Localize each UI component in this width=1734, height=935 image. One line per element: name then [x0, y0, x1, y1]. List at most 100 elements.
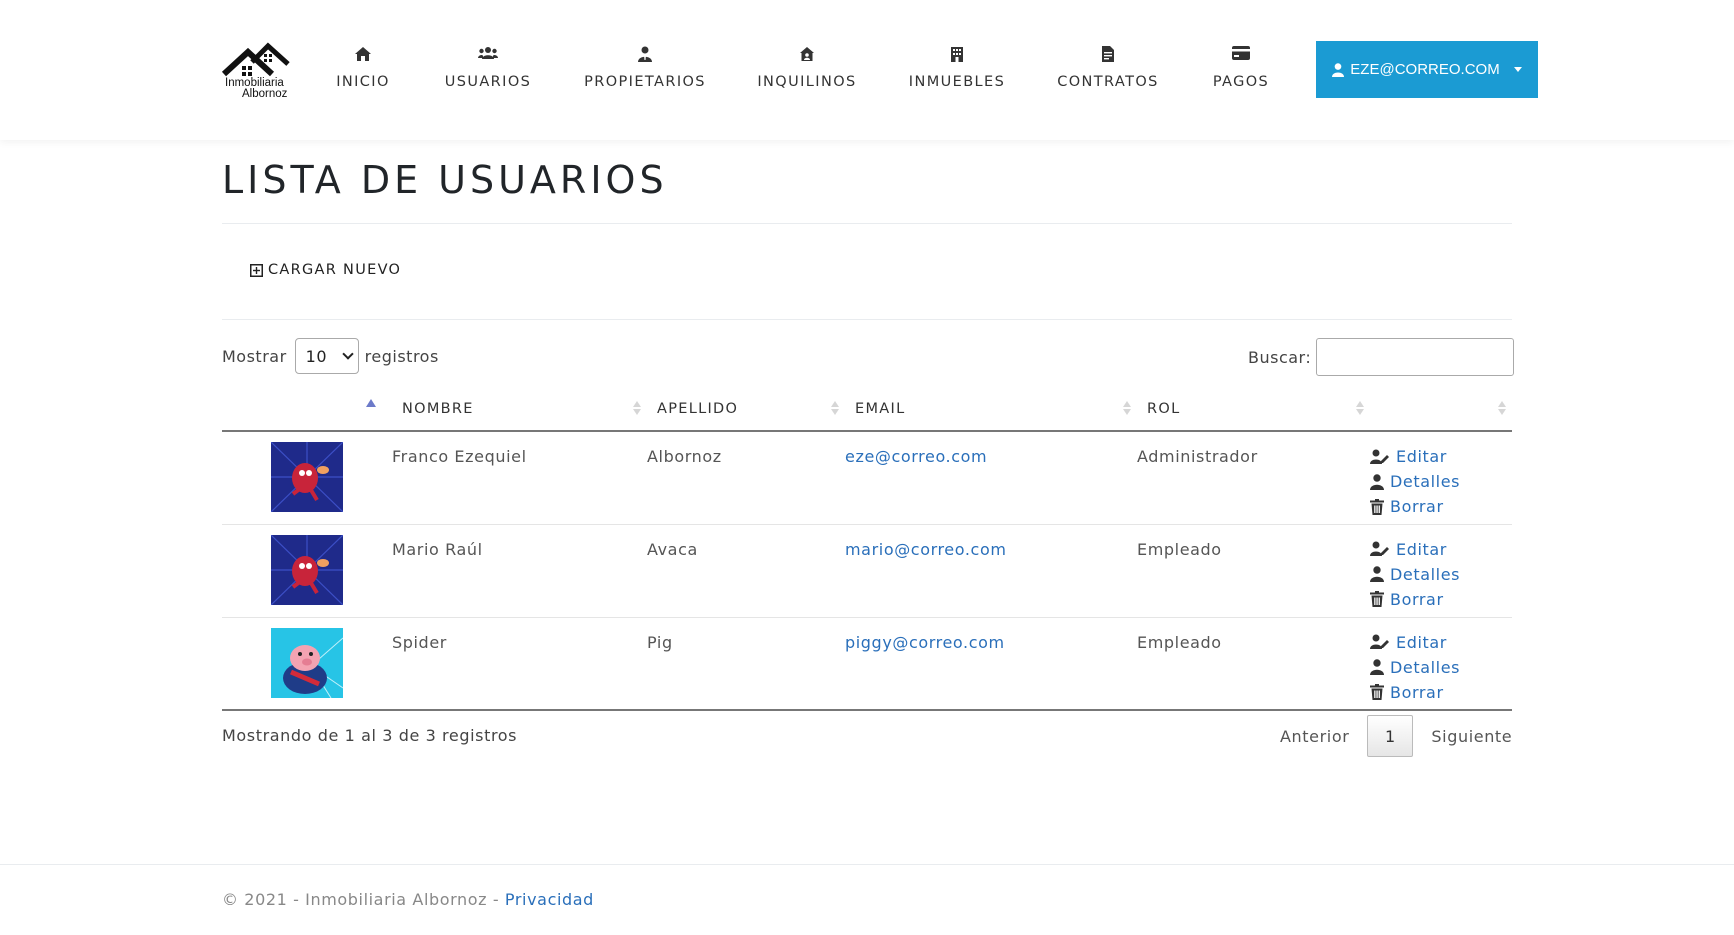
cell-nombre: Franco Ezequiel [392, 431, 647, 525]
user-menu-button[interactable]: EZE@CORREO.COM [1316, 41, 1538, 98]
top-navbar: Inmobiliaria Albornoz INICIO USUARIOS PR… [0, 0, 1734, 140]
user-edit-icon [1370, 449, 1389, 464]
previous-page-button[interactable]: Anterior [1262, 727, 1367, 746]
nav-item-inquilinos[interactable]: INQUILINOS [757, 46, 857, 96]
row-actions: Editar Detalles Borrar [1370, 539, 1512, 610]
column-header-email[interactable]: EMAIL [845, 387, 1137, 432]
column-header-actions[interactable] [1370, 387, 1512, 432]
privacy-link[interactable]: Privacidad [505, 890, 594, 909]
details-link[interactable]: Detalles [1370, 564, 1512, 585]
user-tie-icon [583, 46, 707, 64]
nav-item-contratos[interactable]: CONTRATOS [1057, 46, 1159, 96]
logo-text-line2: Albornoz [242, 88, 288, 100]
delete-link[interactable]: Borrar [1370, 589, 1512, 610]
pig-avatar[interactable] [271, 627, 343, 698]
user-edit-icon [1370, 634, 1389, 649]
cell-rol: Empleado [1137, 524, 1370, 618]
users-icon [443, 46, 533, 64]
home-icon [333, 46, 393, 64]
brand-logo[interactable]: Inmobiliaria Albornoz [222, 42, 294, 100]
page-title: LISTA DE USUARIOS [222, 158, 668, 202]
next-page-button[interactable]: Siguiente [1413, 727, 1530, 746]
nav-item-inicio[interactable]: INICIO [333, 46, 393, 96]
building-icon [907, 46, 1007, 64]
user-icon [1332, 62, 1345, 77]
spider-ham-avatar[interactable] [271, 442, 343, 512]
search-label: Buscar: [1248, 347, 1312, 367]
nav-label: PAGOS [1212, 74, 1270, 90]
user-icon [1370, 473, 1384, 490]
table-row: Mario Raúl Avaca mario@correo.com Emplea… [222, 524, 1512, 618]
caret-down-icon [1513, 67, 1522, 72]
pagination: Anterior 1 Siguiente [1262, 715, 1530, 757]
delete-link[interactable]: Borrar [1370, 682, 1512, 703]
table-row: Franco Ezequiel Albornoz eze@correo.com … [222, 431, 1512, 525]
edit-link[interactable]: Editar [1370, 446, 1512, 467]
delete-link[interactable]: Borrar [1370, 496, 1512, 517]
page-button-1[interactable]: 1 [1367, 715, 1414, 757]
copyright-text: © 2021 - Inmobiliaria Albornoz - [222, 890, 505, 909]
row-actions: Editar Detalles Borrar [1370, 446, 1512, 517]
add-new-button[interactable]: CARGAR NUEVO [250, 262, 401, 278]
trash-icon [1370, 684, 1384, 700]
nav-label: INQUILINOS [757, 74, 857, 90]
table-row: Spider Pig piggy@correo.com Empleado Edi… [222, 617, 1512, 711]
details-link[interactable]: Detalles [1370, 471, 1512, 492]
details-link[interactable]: Detalles [1370, 657, 1512, 678]
plus-square-icon [250, 263, 263, 277]
nav-item-propietarios[interactable]: PROPIETARIOS [583, 46, 707, 96]
nav-label: CONTRATOS [1057, 74, 1159, 90]
edit-link[interactable]: Editar [1370, 539, 1512, 560]
cell-apellido: Albornoz [647, 431, 845, 525]
trash-icon [1370, 498, 1384, 515]
user-edit-icon [1370, 541, 1389, 556]
email-link[interactable]: piggy@correo.com [845, 633, 1005, 652]
add-new-label: CARGAR NUEVO [268, 262, 402, 278]
chevron-down-icon [342, 348, 354, 360]
row-actions: Editar Detalles Borrar [1370, 632, 1512, 703]
column-header-apellido[interactable]: APELLIDO [647, 387, 845, 432]
search-control: Buscar: [1248, 338, 1515, 376]
nav-label: USUARIOS [444, 74, 532, 90]
email-link[interactable]: eze@correo.com [845, 447, 987, 466]
search-input[interactable] [1316, 338, 1515, 376]
footer-divider [0, 864, 1734, 865]
page-size-select[interactable]: 10 [294, 338, 359, 374]
cell-nombre: Spider [392, 617, 647, 711]
avatar-cell [222, 617, 392, 711]
table-info: Mostrando de 1 al 3 de 3 registros [222, 726, 518, 745]
user-icon [1370, 659, 1384, 675]
sort-icon [1498, 399, 1506, 417]
footer: © 2021 - Inmobiliaria Albornoz - Privaci… [222, 890, 594, 909]
credit-card-icon [1209, 46, 1273, 64]
sort-icon [633, 399, 641, 417]
column-header-rol[interactable]: ROL [1137, 387, 1370, 432]
avatar-cell [222, 524, 392, 618]
house-logo-icon [222, 42, 290, 77]
sort-icon [831, 399, 839, 417]
column-header-nombre[interactable]: NOMBRE [392, 387, 647, 432]
column-header-image[interactable] [222, 387, 392, 432]
nav-item-pagos[interactable]: PAGOS [1209, 46, 1273, 96]
house-user-icon [757, 46, 857, 64]
divider [222, 223, 1512, 224]
nav-label: PROPIETARIOS [584, 74, 706, 90]
sort-icon [1123, 399, 1131, 417]
user-menu-label: EZE@CORREO.COM [1350, 61, 1500, 78]
file-contract-icon [1057, 46, 1159, 64]
cell-rol: Empleado [1137, 617, 1370, 711]
users-table: NOMBRE APELLIDO EMAIL ROL Franco Ezequie… [222, 387, 1512, 711]
spider-ham-avatar[interactable] [271, 534, 343, 605]
page-size-value: 10 [305, 346, 328, 366]
table-header-row: NOMBRE APELLIDO EMAIL ROL [222, 387, 1512, 432]
nav-label: INMUEBLES [908, 74, 1006, 90]
nav-item-inmuebles[interactable]: INMUEBLES [907, 46, 1007, 96]
cell-apellido: Pig [647, 617, 845, 711]
divider [222, 319, 1512, 320]
avatar-cell [222, 431, 392, 525]
cell-apellido: Avaca [647, 524, 845, 618]
nav-item-usuarios[interactable]: USUARIOS [443, 46, 533, 96]
edit-link[interactable]: Editar [1370, 632, 1512, 653]
cell-rol: Administrador [1137, 431, 1370, 525]
email-link[interactable]: mario@correo.com [845, 540, 1007, 559]
